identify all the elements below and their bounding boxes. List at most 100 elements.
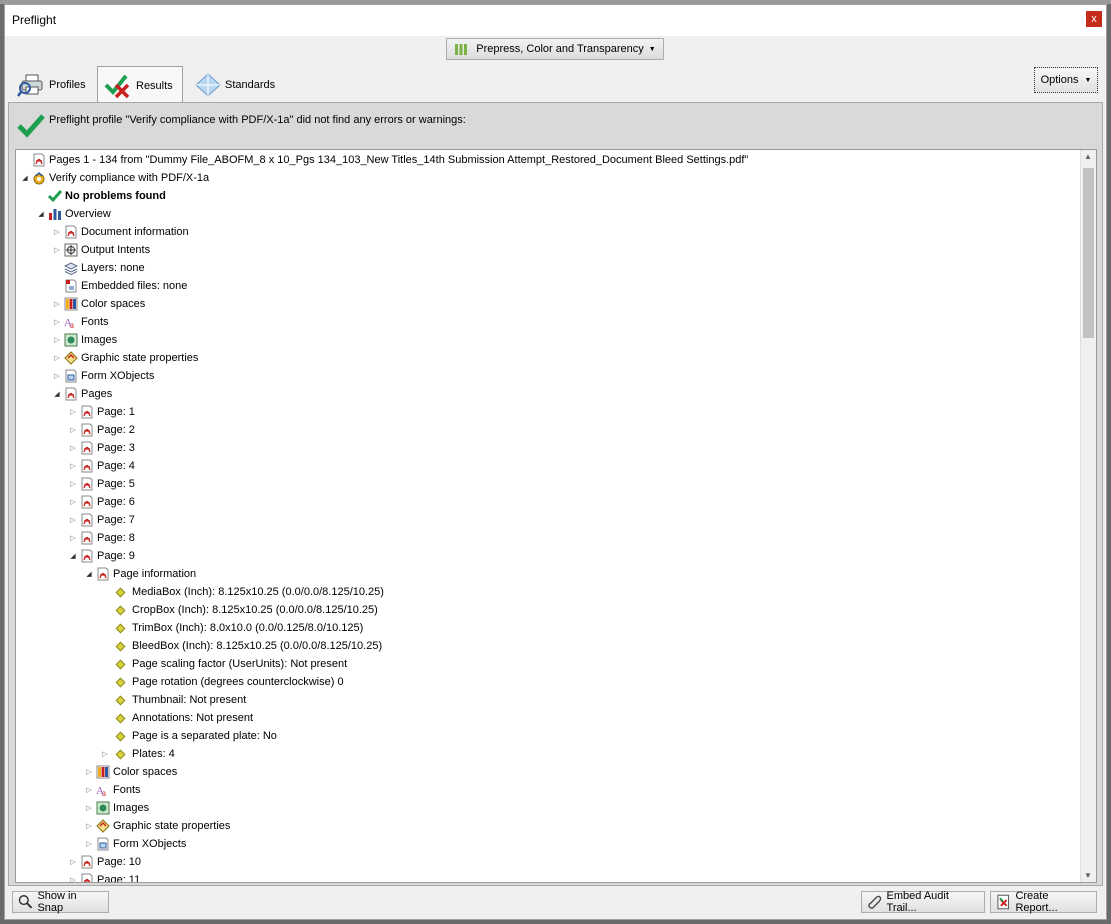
tree-row[interactable]: ▷ Page: 7 <box>68 511 135 529</box>
vertical-scrollbar[interactable]: ▲ ▼ <box>1080 150 1096 882</box>
expand-toggle-icon[interactable]: ▷ <box>68 426 78 434</box>
expand-toggle-icon[interactable]: ▷ <box>68 534 78 542</box>
expand-toggle-icon[interactable]: ▷ <box>84 822 94 830</box>
tree-row-label: Layers: none <box>81 262 145 274</box>
tree-row[interactable]: ▷ Form XObjects <box>52 367 154 385</box>
expand-toggle-icon[interactable]: ▷ <box>100 750 110 758</box>
tree-row[interactable]: ▷ Graphic state properties <box>52 349 198 367</box>
expand-toggle-icon[interactable]: ▷ <box>84 768 94 776</box>
tree-row[interactable]: TrimBox (Inch): 8.0x10.0 (0.0/0.125/8.0/… <box>100 619 363 637</box>
options-label: Options <box>1040 74 1079 86</box>
scroll-down-icon[interactable]: ▼ <box>1084 871 1092 880</box>
expand-toggle-icon[interactable]: ▷ <box>84 804 94 812</box>
tree-row[interactable]: BleedBox (Inch): 8.125x10.25 (0.0/0.0/8.… <box>100 637 382 655</box>
tree-row[interactable]: CropBox (Inch): 8.125x10.25 (0.0/0.0/8.1… <box>100 601 378 619</box>
expand-toggle-icon[interactable]: ▷ <box>52 372 62 380</box>
expand-toggle-icon[interactable]: ▷ <box>68 480 78 488</box>
show-in-snap-button[interactable]: Show in Snap <box>12 890 109 914</box>
expand-toggle-icon[interactable]: ▷ <box>52 228 62 236</box>
tree-row[interactable]: ▷ Form XObjects <box>84 835 186 853</box>
tab-standards[interactable]: Standards <box>189 67 285 103</box>
tree-row[interactable]: ▷ Images <box>52 331 117 349</box>
create-report-button[interactable]: Create Report... <box>990 890 1097 914</box>
tree-row[interactable]: ▷ Page: 8 <box>68 529 135 547</box>
tree-row[interactable]: ▷ Images <box>84 799 149 817</box>
expand-toggle-icon[interactable]: ▷ <box>84 840 94 848</box>
expand-toggle-icon[interactable]: ▷ <box>68 876 78 882</box>
tree-row[interactable]: ▷ Page: 10 <box>68 853 141 871</box>
expand-toggle-icon[interactable]: ▷ <box>52 354 62 362</box>
expand-toggle-icon[interactable]: ▷ <box>68 516 78 524</box>
collapse-toggle-icon[interactable]: ◢ <box>52 390 62 398</box>
scrollbar-thumb[interactable] <box>1083 168 1094 338</box>
expand-toggle-icon[interactable]: ▷ <box>68 408 78 416</box>
tree-row-label: Page information <box>113 568 197 580</box>
profile-selector[interactable]: Prepress, Color and Transparency ▼ <box>446 38 664 60</box>
tree-row[interactable]: ▷ Page: 4 <box>68 457 135 475</box>
collapse-toggle-icon[interactable]: ◢ <box>68 552 78 560</box>
tree-row[interactable]: ◢ Overview <box>36 205 111 223</box>
tree-row[interactable]: ▷ Page: 11 <box>68 871 140 882</box>
tree-row[interactable]: ◢ Page information <box>84 565 196 583</box>
tree-row[interactable]: Embedded files: none <box>52 277 187 295</box>
tree-row[interactable]: Page is a separated plate: No <box>100 727 277 745</box>
options-button[interactable]: Options ▼ <box>1034 67 1098 93</box>
embed-audit-trail-button[interactable]: Embed Audit Trail... <box>861 890 985 914</box>
tree-row[interactable]: MediaBox (Inch): 8.125x10.25 (0.0/0.0/8.… <box>100 583 384 601</box>
expand-toggle-icon[interactable]: ▷ <box>68 498 78 506</box>
tree-row[interactable]: ▷ Color spaces <box>84 763 177 781</box>
expand-toggle-icon[interactable]: ▷ <box>68 858 78 866</box>
tab-profiles[interactable]: Profiles <box>11 67 95 103</box>
tree-row-label: Embedded files: none <box>81 280 188 292</box>
tree-row-label: Thumbnail: Not present <box>132 694 247 706</box>
tree-row[interactable]: Page scaling factor (UserUnits): Not pre… <box>100 655 347 673</box>
tree-row[interactable]: ▷ Page: 6 <box>68 493 135 511</box>
tree-row[interactable]: ◢ Page: 9 <box>68 547 135 565</box>
tree-row[interactable]: Layers: none <box>52 259 145 277</box>
tab-results[interactable]: Results <box>97 66 183 104</box>
pdf-icon <box>64 387 78 401</box>
expand-toggle-icon[interactable]: ▷ <box>52 246 62 254</box>
tree-row-label: Annotations: Not present <box>132 712 254 724</box>
expand-toggle-icon[interactable]: ▷ <box>52 318 62 326</box>
expand-toggle-icon[interactable]: ▷ <box>84 786 94 794</box>
tree-row[interactable]: ▷ Page: 2 <box>68 421 135 439</box>
check-cross-icon <box>104 74 130 98</box>
tree-row[interactable]: ▷ Page: 3 <box>68 439 135 457</box>
tree-row[interactable]: ▷ Plates: 4 <box>100 745 175 763</box>
expand-toggle-icon[interactable]: ▷ <box>68 444 78 452</box>
graphic-icon <box>64 351 78 365</box>
tree-row[interactable]: ◢ Pages <box>52 385 112 403</box>
bullet-icon <box>115 713 126 723</box>
show-in-snap-label: Show in Snap <box>37 890 77 914</box>
pdf-icon <box>32 153 46 167</box>
tree-row-label: Pages 1 - 134 from "Dummy File_ABOFM_8 x… <box>49 154 749 166</box>
expand-toggle-icon[interactable]: ▷ <box>52 336 62 344</box>
tree-row[interactable]: ▷ Color spaces <box>52 295 145 313</box>
tab-results-label: Results <box>136 79 173 92</box>
expand-toggle-icon[interactable]: ▷ <box>68 462 78 470</box>
fonts-icon: Aa <box>64 315 78 330</box>
close-button[interactable]: x <box>1086 11 1102 27</box>
tree-row[interactable]: ▷ Aa Fonts <box>52 313 108 331</box>
collapse-toggle-icon[interactable]: ◢ <box>20 174 30 182</box>
tree-row-label: BleedBox (Inch): 8.125x10.25 (0.0/0.0/8.… <box>132 640 383 652</box>
scroll-up-icon[interactable]: ▲ <box>1084 152 1092 161</box>
collapse-toggle-icon[interactable]: ◢ <box>84 570 94 578</box>
tree-row[interactable]: ▷ Document information <box>52 223 189 241</box>
expand-toggle-icon[interactable]: ▷ <box>52 300 62 308</box>
tree-row[interactable]: No problems found <box>36 187 166 205</box>
tree-row[interactable]: Annotations: Not present <box>100 709 253 727</box>
pdf-icon <box>80 513 94 527</box>
tree-row[interactable]: ▷ Page: 5 <box>68 475 135 493</box>
collapse-toggle-icon[interactable]: ◢ <box>36 210 46 218</box>
tree-row[interactable]: ▷ Aa Fonts <box>84 781 140 799</box>
tree-row[interactable]: ▷ Graphic state properties <box>84 817 230 835</box>
tree-row[interactable]: Page rotation (degrees counterclockwise)… <box>100 673 344 691</box>
tree-row[interactable]: Thumbnail: Not present <box>100 691 246 709</box>
tree-row[interactable]: ▷ Page: 1 <box>68 403 135 421</box>
results-tree[interactable]: Pages 1 - 134 from "Dummy File_ABOFM_8 x… <box>15 149 1097 883</box>
tree-row[interactable]: ▷ Output Intents <box>52 241 150 259</box>
tree-row[interactable]: Pages 1 - 134 from "Dummy File_ABOFM_8 x… <box>20 151 748 169</box>
tree-row[interactable]: ◢ Verify compliance with PDF/X-1a <box>20 169 209 187</box>
